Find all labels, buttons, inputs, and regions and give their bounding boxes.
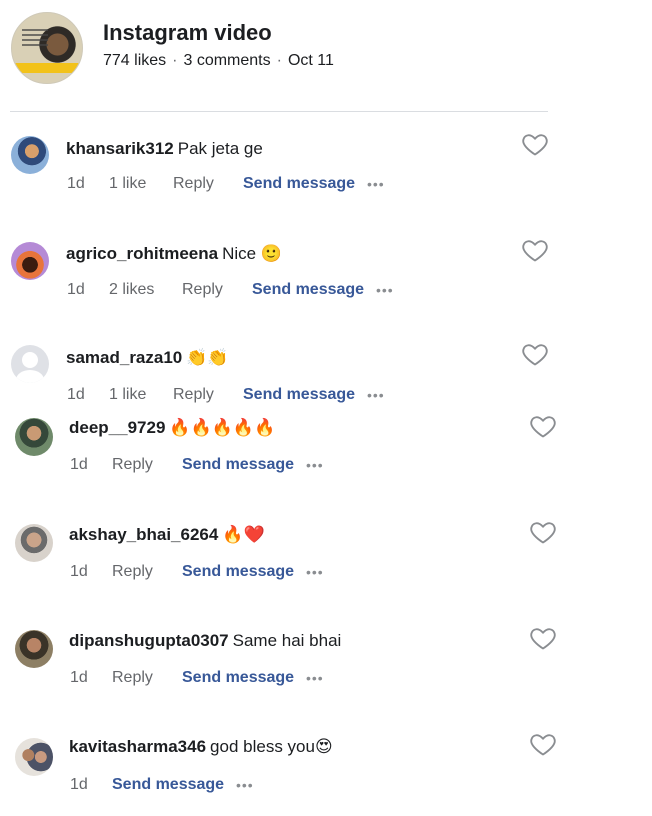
comment-body: dipanshugupta0307 Same hai bhai bbox=[69, 631, 341, 651]
avatar[interactable] bbox=[11, 136, 49, 174]
comment-like-count[interactable]: 1 like bbox=[109, 386, 173, 404]
more-options-icon[interactable]: ••• bbox=[306, 457, 324, 473]
send-message-button[interactable]: Send message bbox=[182, 669, 306, 687]
likes-count[interactable]: 774 likes bbox=[103, 52, 166, 69]
comment-like-count[interactable]: 1 like bbox=[109, 175, 173, 193]
comment-username[interactable]: kavitasharma346 bbox=[69, 737, 206, 756]
comment-username[interactable]: akshay_bhai_6264 bbox=[69, 525, 218, 544]
comment-text: Same hai bhai bbox=[232, 631, 342, 650]
reply-button[interactable]: Reply bbox=[173, 175, 243, 193]
meta-separator: · bbox=[276, 52, 282, 69]
reply-button[interactable]: Reply bbox=[112, 563, 182, 581]
comment-actions: 1d Reply Send message ••• bbox=[70, 563, 324, 581]
comment-username[interactable]: dipanshugupta0307 bbox=[69, 631, 229, 650]
send-message-button[interactable]: Send message bbox=[252, 281, 376, 299]
avatar[interactable] bbox=[11, 345, 49, 383]
thumbnail-text-graphic bbox=[22, 29, 48, 49]
comment-text: 👏👏 bbox=[186, 348, 229, 367]
post-date: Oct 11 bbox=[287, 52, 334, 69]
comment-body: khansarik312 Pak jeta ge bbox=[66, 139, 263, 159]
comments-count[interactable]: 3 comments bbox=[183, 52, 270, 69]
avatar[interactable] bbox=[15, 418, 53, 456]
send-message-button[interactable]: Send message bbox=[182, 563, 306, 581]
comment-text: 🔥❤️ bbox=[222, 525, 265, 544]
thumbnail-banner bbox=[12, 63, 82, 73]
more-options-icon[interactable]: ••• bbox=[306, 564, 324, 580]
heart-outline-icon[interactable] bbox=[521, 130, 549, 158]
send-message-button[interactable]: Send message bbox=[243, 386, 367, 404]
heart-outline-icon[interactable] bbox=[529, 624, 557, 652]
reply-button[interactable]: Reply bbox=[173, 386, 243, 404]
comment-item: khansarik312 Pak jeta ge 1d 1 like Reply Sen… bbox=[0, 124, 600, 214]
comment-time[interactable]: 1d bbox=[70, 456, 112, 474]
comment-body: samad_raza10 👏👏 bbox=[66, 348, 229, 368]
post-title[interactable]: Instagram video bbox=[103, 20, 272, 46]
meta-separator: · bbox=[172, 52, 178, 69]
heart-outline-icon[interactable] bbox=[529, 412, 557, 440]
send-message-button[interactable]: Send message bbox=[112, 776, 236, 794]
comment-actions: 1d Reply Send message ••• bbox=[70, 669, 324, 687]
more-options-icon[interactable]: ••• bbox=[367, 176, 385, 192]
comment-item: agrico_rohitmeena Nice 🙂 1d 2 likes Reply Se… bbox=[0, 230, 600, 320]
avatar[interactable] bbox=[15, 630, 53, 668]
comment-actions: 1d 1 like Reply Send message ••• bbox=[67, 175, 385, 193]
comment-item: kavitasharma346 god bless you😍 1d Send mes… bbox=[0, 726, 600, 816]
comment-item: deep__9729 🔥🔥🔥🔥🔥 1d Reply Send message ••• bbox=[0, 408, 600, 498]
avatar[interactable] bbox=[15, 524, 53, 562]
comment-item: dipanshugupta0307 Same hai bhai 1d Reply Se… bbox=[0, 620, 600, 710]
comment-username[interactable]: deep__9729 bbox=[69, 418, 165, 437]
more-options-icon[interactable]: ••• bbox=[306, 670, 324, 686]
avatar[interactable] bbox=[11, 242, 49, 280]
heart-outline-icon[interactable] bbox=[521, 236, 549, 264]
more-options-icon[interactable]: ••• bbox=[236, 777, 254, 793]
heart-outline-icon[interactable] bbox=[521, 340, 549, 368]
more-options-icon[interactable]: ••• bbox=[376, 282, 394, 298]
send-message-button[interactable]: Send message bbox=[182, 456, 306, 474]
comment-username[interactable]: samad_raza10 bbox=[66, 348, 182, 367]
comment-time[interactable]: 1d bbox=[67, 175, 109, 193]
more-options-icon[interactable]: ••• bbox=[367, 387, 385, 403]
post-header: Instagram video 774 likes · 3 comments · Oct… bbox=[0, 0, 560, 112]
post-meta: 774 likes · 3 comments · Oct 11 bbox=[103, 52, 334, 70]
comment-actions: 1d Send message ••• bbox=[70, 776, 254, 794]
heart-outline-icon[interactable] bbox=[529, 518, 557, 546]
reply-button[interactable]: Reply bbox=[112, 669, 182, 687]
comment-body: kavitasharma346 god bless you😍 bbox=[69, 737, 333, 757]
comment-text: 🔥🔥🔥🔥🔥 bbox=[169, 418, 276, 437]
heart-outline-icon[interactable] bbox=[529, 730, 557, 758]
comment-time[interactable]: 1d bbox=[67, 281, 109, 299]
comment-text: Nice 🙂 bbox=[222, 244, 283, 263]
comment-actions: 1d 1 like Reply Send message ••• bbox=[67, 386, 385, 404]
comment-time[interactable]: 1d bbox=[70, 563, 112, 581]
comment-actions: 1d 2 likes Reply Send message ••• bbox=[67, 281, 394, 299]
comment-body: akshay_bhai_6264 🔥❤️ bbox=[69, 525, 265, 545]
reply-button[interactable]: Reply bbox=[112, 456, 182, 474]
comment-time[interactable]: 1d bbox=[70, 776, 112, 794]
comment-username[interactable]: khansarik312 bbox=[66, 139, 174, 158]
video-thumbnail[interactable] bbox=[11, 12, 83, 84]
comment-username[interactable]: agrico_rohitmeena bbox=[66, 244, 218, 263]
comment-like-count[interactable]: 2 likes bbox=[109, 281, 182, 299]
comment-actions: 1d Reply Send message ••• bbox=[70, 456, 324, 474]
comment-text: Pak jeta ge bbox=[177, 139, 263, 158]
comment-item: akshay_bhai_6264 🔥❤️ 1d Reply Send message •… bbox=[0, 514, 600, 604]
send-message-button[interactable]: Send message bbox=[243, 175, 367, 193]
comment-body: agrico_rohitmeena Nice 🙂 bbox=[66, 244, 282, 264]
comment-time[interactable]: 1d bbox=[70, 669, 112, 687]
header-divider bbox=[10, 111, 548, 112]
reply-button[interactable]: Reply bbox=[182, 281, 252, 299]
comment-text: god bless you😍 bbox=[210, 737, 333, 756]
comment-time[interactable]: 1d bbox=[67, 386, 109, 404]
avatar[interactable] bbox=[15, 738, 53, 776]
comment-body: deep__9729 🔥🔥🔥🔥🔥 bbox=[69, 418, 275, 438]
